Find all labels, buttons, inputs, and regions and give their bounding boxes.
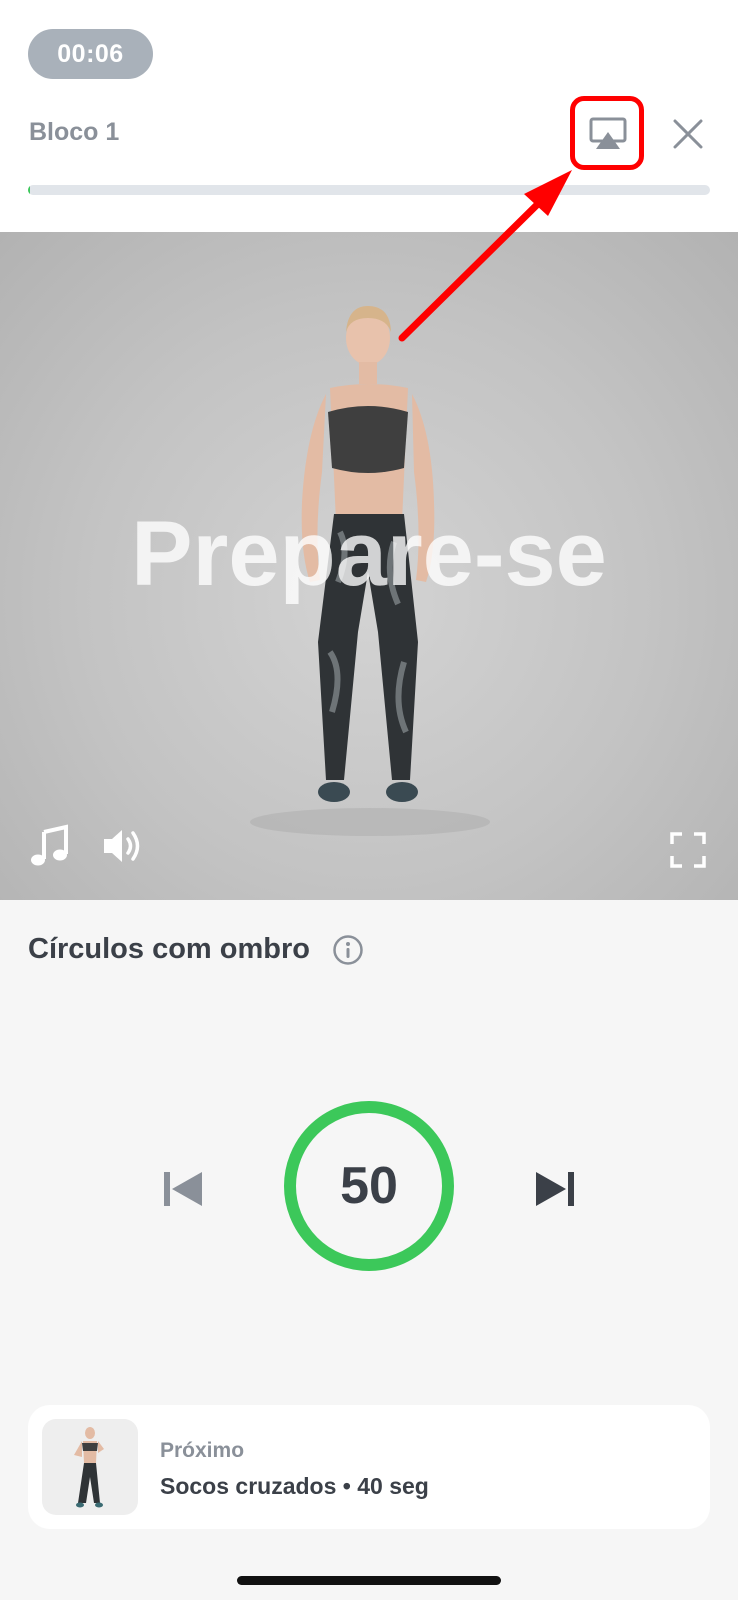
countdown-seconds: 50 bbox=[340, 1157, 398, 1215]
skip-previous-icon bbox=[164, 1172, 202, 1206]
volume-button[interactable] bbox=[100, 824, 146, 868]
music-note-icon bbox=[31, 824, 68, 866]
workout-header: 00:06 Bloco 1 bbox=[0, 0, 738, 232]
volume-icon bbox=[104, 830, 140, 862]
annotation-highlight-box bbox=[570, 96, 644, 170]
block-progress-fill bbox=[28, 185, 31, 195]
next-label: Próximo bbox=[160, 1439, 245, 1462]
block-title: Bloco 1 bbox=[29, 118, 120, 146]
fullscreen-icon bbox=[670, 832, 706, 868]
elapsed-timer: 00:06 bbox=[28, 29, 153, 79]
next-exercise-card[interactable]: Próximo Socos cruzados • 40 seg bbox=[28, 1405, 710, 1529]
fullscreen-button[interactable] bbox=[670, 832, 706, 868]
home-indicator[interactable] bbox=[237, 1576, 501, 1585]
next-exercise-button[interactable] bbox=[532, 1166, 578, 1212]
skip-next-icon bbox=[536, 1172, 574, 1206]
block-progress-bar bbox=[28, 185, 710, 195]
info-icon bbox=[333, 935, 363, 965]
exercise-title: Círculos com ombro bbox=[28, 933, 310, 965]
close-icon bbox=[673, 119, 703, 149]
next-exercise-thumbnail bbox=[42, 1419, 138, 1515]
music-button[interactable] bbox=[28, 824, 72, 868]
exercise-info-button[interactable] bbox=[332, 934, 364, 966]
exercise-video[interactable]: Prepare-se bbox=[0, 232, 738, 900]
next-exercise-title: Socos cruzados • 40 seg bbox=[160, 1473, 429, 1499]
previous-exercise-button[interactable] bbox=[160, 1166, 206, 1212]
close-button[interactable] bbox=[666, 112, 710, 156]
prepare-overlay-text: Prepare-se bbox=[131, 503, 607, 605]
